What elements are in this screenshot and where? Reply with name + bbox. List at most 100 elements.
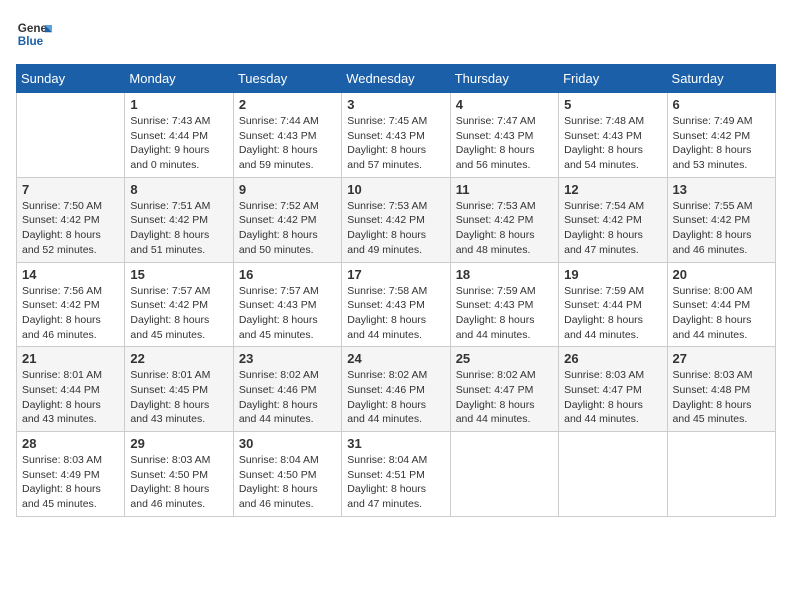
day-number: 23 [239,351,336,366]
calendar-cell: 27 Sunrise: 8:03 AM Sunset: 4:48 PM Dayli… [667,347,775,432]
day-info: Sunrise: 7:57 AM Sunset: 4:43 PM Dayligh… [239,284,336,343]
day-number: 3 [347,97,444,112]
calendar-cell: 2 Sunrise: 7:44 AM Sunset: 4:43 PM Daylig… [233,93,341,178]
day-number: 17 [347,267,444,282]
calendar-cell: 7 Sunrise: 7:50 AM Sunset: 4:42 PM Daylig… [17,177,125,262]
day-info: Sunrise: 7:59 AM Sunset: 4:43 PM Dayligh… [456,284,553,343]
week-row-2: 7 Sunrise: 7:50 AM Sunset: 4:42 PM Daylig… [17,177,776,262]
day-number: 29 [130,436,227,451]
day-number: 15 [130,267,227,282]
day-info: Sunrise: 7:44 AM Sunset: 4:43 PM Dayligh… [239,114,336,173]
logo-icon: General Blue [16,16,52,52]
day-number: 2 [239,97,336,112]
day-info: Sunrise: 7:56 AM Sunset: 4:42 PM Dayligh… [22,284,119,343]
calendar-cell: 28 Sunrise: 8:03 AM Sunset: 4:49 PM Dayli… [17,432,125,517]
logo: General Blue [16,16,52,52]
day-info: Sunrise: 7:43 AM Sunset: 4:44 PM Dayligh… [130,114,227,173]
day-number: 30 [239,436,336,451]
day-number: 6 [673,97,770,112]
calendar-cell [667,432,775,517]
day-number: 11 [456,182,553,197]
col-header-thursday: Thursday [450,65,558,93]
day-info: Sunrise: 8:02 AM Sunset: 4:46 PM Dayligh… [347,368,444,427]
calendar-table: SundayMondayTuesdayWednesdayThursdayFrid… [16,64,776,517]
page-header: General Blue [16,16,776,52]
calendar-cell: 4 Sunrise: 7:47 AM Sunset: 4:43 PM Daylig… [450,93,558,178]
day-info: Sunrise: 8:03 AM Sunset: 4:50 PM Dayligh… [130,453,227,512]
calendar-cell [559,432,667,517]
col-header-saturday: Saturday [667,65,775,93]
day-number: 12 [564,182,661,197]
calendar-cell: 17Sunrise: 7:58 AM Sunset: 4:43 PM Dayli… [342,262,450,347]
col-header-monday: Monday [125,65,233,93]
day-info: Sunrise: 8:03 AM Sunset: 4:49 PM Dayligh… [22,453,119,512]
calendar-cell: 13 Sunrise: 7:55 AM Sunset: 4:42 PM Dayli… [667,177,775,262]
calendar-cell: 9 Sunrise: 7:52 AM Sunset: 4:42 PM Daylig… [233,177,341,262]
calendar-cell: 12Sunrise: 7:54 AM Sunset: 4:42 PM Dayli… [559,177,667,262]
calendar-cell: 18 Sunrise: 7:59 AM Sunset: 4:43 PM Dayli… [450,262,558,347]
day-number: 5 [564,97,661,112]
day-info: Sunrise: 7:59 AM Sunset: 4:44 PM Dayligh… [564,284,661,343]
calendar-cell: 10Sunrise: 7:53 AM Sunset: 4:42 PM Dayli… [342,177,450,262]
day-info: Sunrise: 8:01 AM Sunset: 4:45 PM Dayligh… [130,368,227,427]
day-number: 13 [673,182,770,197]
day-info: Sunrise: 8:03 AM Sunset: 4:48 PM Dayligh… [673,368,770,427]
day-number: 28 [22,436,119,451]
day-number: 31 [347,436,444,451]
calendar-cell: 23 Sunrise: 8:02 AM Sunset: 4:46 PM Dayli… [233,347,341,432]
day-info: Sunrise: 8:00 AM Sunset: 4:44 PM Dayligh… [673,284,770,343]
day-number: 4 [456,97,553,112]
calendar-cell: 20 Sunrise: 8:00 AM Sunset: 4:44 PM Dayli… [667,262,775,347]
calendar-cell: 25Sunrise: 8:02 AM Sunset: 4:47 PM Dayli… [450,347,558,432]
calendar-cell: 1 Sunrise: 7:43 AM Sunset: 4:44 PM Daylig… [125,93,233,178]
day-number: 18 [456,267,553,282]
day-info: Sunrise: 8:02 AM Sunset: 4:46 PM Dayligh… [239,368,336,427]
day-number: 20 [673,267,770,282]
day-number: 9 [239,182,336,197]
day-info: Sunrise: 7:51 AM Sunset: 4:42 PM Dayligh… [130,199,227,258]
day-info: Sunrise: 8:04 AM Sunset: 4:50 PM Dayligh… [239,453,336,512]
day-number: 22 [130,351,227,366]
day-info: Sunrise: 7:50 AM Sunset: 4:42 PM Dayligh… [22,199,119,258]
day-info: Sunrise: 8:04 AM Sunset: 4:51 PM Dayligh… [347,453,444,512]
calendar-cell: 15Sunrise: 7:57 AM Sunset: 4:42 PM Dayli… [125,262,233,347]
week-row-3: 14 Sunrise: 7:56 AM Sunset: 4:42 PM Dayli… [17,262,776,347]
day-info: Sunrise: 7:53 AM Sunset: 4:42 PM Dayligh… [347,199,444,258]
col-header-friday: Friday [559,65,667,93]
svg-text:Blue: Blue [18,35,44,48]
day-info: Sunrise: 7:47 AM Sunset: 4:43 PM Dayligh… [456,114,553,173]
day-number: 1 [130,97,227,112]
calendar-cell: 19 Sunrise: 7:59 AM Sunset: 4:44 PM Dayli… [559,262,667,347]
col-header-tuesday: Tuesday [233,65,341,93]
day-info: Sunrise: 7:49 AM Sunset: 4:42 PM Dayligh… [673,114,770,173]
day-info: Sunrise: 7:55 AM Sunset: 4:42 PM Dayligh… [673,199,770,258]
day-number: 8 [130,182,227,197]
calendar-cell: 31 Sunrise: 8:04 AM Sunset: 4:51 PM Dayli… [342,432,450,517]
week-row-5: 28 Sunrise: 8:03 AM Sunset: 4:49 PM Dayli… [17,432,776,517]
calendar-cell: 24 Sunrise: 8:02 AM Sunset: 4:46 PM Dayli… [342,347,450,432]
day-number: 14 [22,267,119,282]
day-info: Sunrise: 8:03 AM Sunset: 4:47 PM Dayligh… [564,368,661,427]
week-row-1: 1 Sunrise: 7:43 AM Sunset: 4:44 PM Daylig… [17,93,776,178]
day-number: 27 [673,351,770,366]
col-header-wednesday: Wednesday [342,65,450,93]
calendar-cell: 8 Sunrise: 7:51 AM Sunset: 4:42 PM Daylig… [125,177,233,262]
day-number: 19 [564,267,661,282]
day-info: Sunrise: 7:52 AM Sunset: 4:42 PM Dayligh… [239,199,336,258]
day-number: 25 [456,351,553,366]
day-number: 24 [347,351,444,366]
calendar-cell: 5 Sunrise: 7:48 AM Sunset: 4:43 PM Daylig… [559,93,667,178]
week-row-4: 21Sunrise: 8:01 AM Sunset: 4:44 PM Dayli… [17,347,776,432]
day-info: Sunrise: 7:48 AM Sunset: 4:43 PM Dayligh… [564,114,661,173]
calendar-cell: 26Sunrise: 8:03 AM Sunset: 4:47 PM Dayli… [559,347,667,432]
col-header-sunday: Sunday [17,65,125,93]
day-number: 7 [22,182,119,197]
day-info: Sunrise: 7:53 AM Sunset: 4:42 PM Dayligh… [456,199,553,258]
calendar-header-row: SundayMondayTuesdayWednesdayThursdayFrid… [17,65,776,93]
calendar-cell: 3Sunrise: 7:45 AM Sunset: 4:43 PM Daylig… [342,93,450,178]
calendar-cell: 21Sunrise: 8:01 AM Sunset: 4:44 PM Dayli… [17,347,125,432]
day-info: Sunrise: 8:01 AM Sunset: 4:44 PM Dayligh… [22,368,119,427]
calendar-cell: 14 Sunrise: 7:56 AM Sunset: 4:42 PM Dayli… [17,262,125,347]
calendar-cell: 6 Sunrise: 7:49 AM Sunset: 4:42 PM Daylig… [667,93,775,178]
calendar-cell: 22 Sunrise: 8:01 AM Sunset: 4:45 PM Dayli… [125,347,233,432]
